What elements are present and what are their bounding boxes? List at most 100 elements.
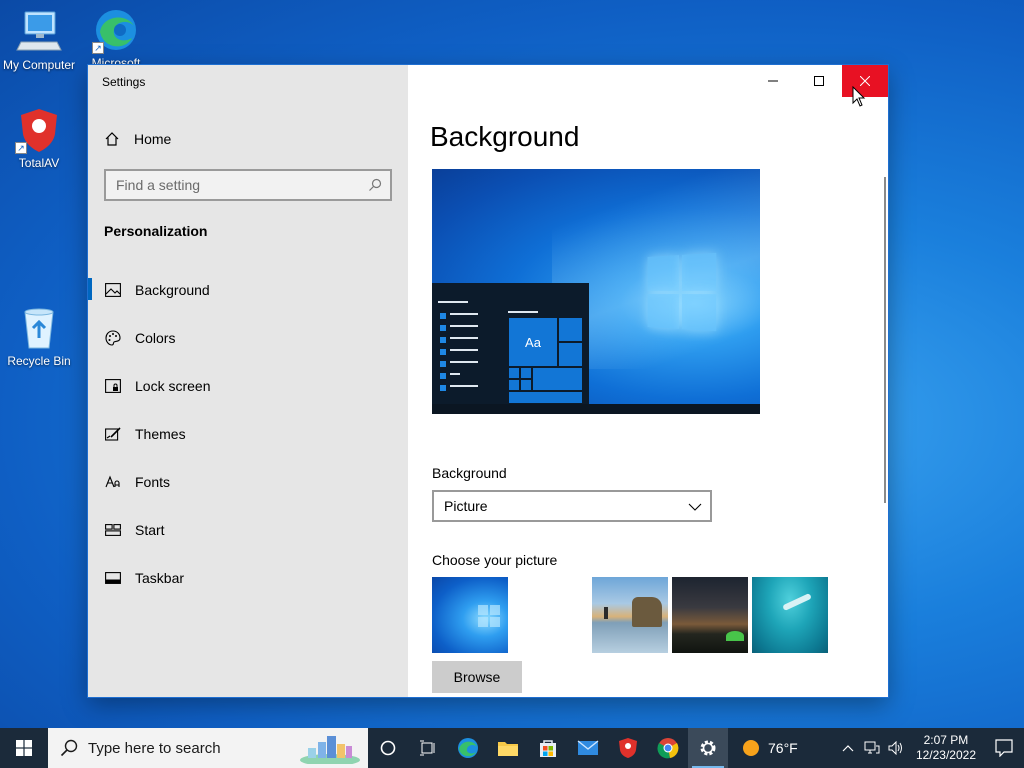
clock[interactable]: 2:07 PM 12/23/2022 [908, 733, 984, 763]
weather-widget[interactable]: 76°F [742, 739, 798, 757]
task-view-icon [420, 740, 435, 756]
chevron-up-icon [842, 745, 854, 752]
maximize-icon [814, 76, 824, 86]
taskbar-file-explorer-button[interactable] [488, 728, 528, 768]
volume-button[interactable] [884, 728, 908, 768]
minimize-icon [768, 80, 778, 82]
desktop-icon-totalav[interactable]: ↗ TotalAV [1, 106, 77, 170]
picture-thumbnail-night-sky[interactable] [672, 577, 748, 653]
folder-icon [498, 742, 518, 756]
dropdown-value: Picture [444, 498, 488, 514]
desktop-icon-my-computer[interactable]: My Computer [1, 8, 77, 72]
taskbar-edge-button[interactable] [448, 728, 488, 768]
taskbar-search-placeholder: Type here to search [88, 739, 221, 757]
sidebar-item-label: Themes [135, 426, 186, 442]
clock-time: 2:07 PM [923, 733, 969, 747]
desktop-icon-label: My Computer [2, 58, 76, 72]
recycle-bin-icon [15, 304, 63, 352]
home-icon [105, 132, 119, 146]
sidebar-item-colors[interactable]: Colors [88, 314, 408, 362]
desktop-icon-recycle-bin[interactable]: Recycle Bin [1, 304, 77, 368]
sidebar-item-taskbar[interactable]: Taskbar [88, 554, 408, 602]
shortcut-arrow-icon: ↗ [92, 42, 104, 54]
sidebar-item-label: Home [134, 131, 172, 147]
totalav-shield-icon [619, 738, 637, 758]
sidebar-item-start[interactable]: Start [88, 506, 408, 554]
start-button[interactable] [0, 728, 48, 768]
search-placeholder: Find a setting [116, 177, 201, 193]
choose-picture-label: Choose your picture [432, 552, 558, 568]
sidebar-nav: Background Colors Lock screen Themes Fon… [88, 266, 408, 602]
taskbar-settings-button[interactable] [688, 728, 728, 768]
background-label: Background [432, 465, 507, 481]
window-title: Settings [102, 75, 146, 89]
desktop-icon-edge[interactable]: ↗ Microsoft Edge [78, 6, 154, 70]
picture-thumbnail-windows[interactable] [432, 577, 508, 653]
notification-icon [995, 739, 1013, 757]
taskbar-store-button[interactable] [528, 728, 568, 768]
preview-taskbar [432, 404, 760, 414]
palette-icon [104, 329, 122, 347]
chrome-icon [657, 738, 679, 759]
chevron-down-icon [688, 503, 702, 511]
taskbar-chrome-button[interactable] [648, 728, 688, 768]
cortana-button[interactable] [368, 728, 408, 768]
computer-icon [15, 8, 63, 56]
close-icon [860, 76, 870, 86]
find-setting-search-input[interactable]: Find a setting [104, 169, 392, 201]
preview-tile-text: Aa [525, 334, 541, 350]
settings-window: Settings Home Find a setting Personaliza… [88, 65, 888, 697]
edge-icon: ↗ [92, 6, 140, 54]
scrollbar[interactable] [884, 177, 886, 503]
desktop-icon-label: Recycle Bin [7, 354, 71, 368]
taskbar-icon [104, 569, 122, 587]
taskbar-search-box[interactable]: Type here to search [48, 728, 368, 768]
sidebar-item-label: Lock screen [135, 378, 211, 394]
sun-icon [743, 740, 759, 756]
background-type-dropdown[interactable]: Picture [432, 490, 712, 522]
weather-temperature: 76°F [768, 740, 798, 756]
sidebar-item-fonts[interactable]: Fonts [88, 458, 408, 506]
sidebar-item-label: Colors [135, 330, 176, 346]
notifications-button[interactable] [984, 728, 1024, 768]
image-icon [104, 281, 122, 299]
network-icon [864, 741, 880, 754]
sidebar-item-label: Taskbar [135, 570, 185, 586]
fonts-icon [104, 473, 122, 491]
preview-tile-large: Aa [508, 317, 558, 367]
themes-icon [104, 425, 122, 443]
mouse-cursor-icon [852, 86, 866, 107]
store-bag-icon [540, 740, 556, 757]
picture-thumbnail-beach[interactable] [592, 577, 668, 653]
search-icon[interactable] [368, 178, 382, 192]
maximize-button[interactable] [796, 65, 842, 97]
start-icon [104, 521, 122, 539]
task-view-button[interactable] [408, 728, 448, 768]
search-highlight-city-icon [300, 736, 360, 764]
sidebar-item-themes[interactable]: Themes [88, 410, 408, 458]
mail-icon [577, 740, 599, 755]
sidebar-item-lock-screen[interactable]: Lock screen [88, 362, 408, 410]
network-button[interactable] [860, 728, 884, 768]
picture-thumbnail-underwater[interactable] [752, 577, 828, 653]
taskbar-mail-button[interactable] [568, 728, 608, 768]
shortcut-arrow-icon: ↗ [15, 142, 27, 154]
main-content: Background Aa Background Picture Choose … [408, 65, 888, 697]
sidebar-item-label: Start [135, 522, 165, 538]
windows-logo-icon [647, 252, 717, 332]
sidebar-item-background[interactable]: Background [88, 266, 408, 314]
section-title: Personalization [104, 223, 208, 239]
system-tray: 2:07 PM 12/23/2022 [836, 728, 1024, 768]
show-hidden-icons-button[interactable] [836, 728, 860, 768]
edge-icon [458, 738, 478, 758]
browse-button[interactable]: Browse [432, 661, 522, 693]
background-preview: Aa [432, 169, 760, 414]
gear-icon [700, 740, 716, 756]
taskbar: Type here to search 76°F 2:07 PM 12/23/2… [0, 728, 1024, 768]
desktop-icon-label: TotalAV [18, 156, 60, 170]
minimize-button[interactable] [750, 65, 796, 97]
taskbar-totalav-button[interactable] [608, 728, 648, 768]
totalav-shield-icon: ↗ [15, 106, 63, 154]
page-title: Background [430, 121, 580, 152]
sidebar-item-home[interactable]: Home [104, 127, 171, 151]
